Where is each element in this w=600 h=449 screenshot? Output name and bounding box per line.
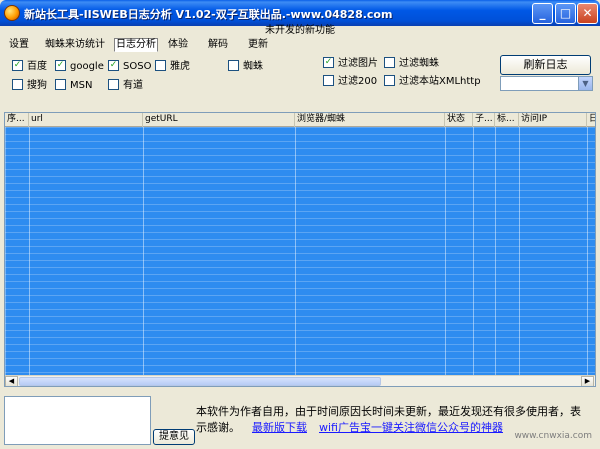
- notice-line-1: 本软件为作者自用，由于时间原因长时间未更新，最近发现还有很多使用者，表: [196, 405, 581, 418]
- tab-experience[interactable]: 体验: [164, 38, 192, 52]
- checkbox-label: 过滤蜘蛛: [399, 58, 439, 69]
- checkbox-filter-200[interactable]: 过滤200: [323, 74, 378, 89]
- checkbox-label: SOSO: [123, 61, 152, 72]
- checkbox-box[interactable]: ✓: [323, 56, 334, 68]
- checkbox-box[interactable]: [155, 59, 166, 71]
- scroll-left-icon[interactable]: ◀: [5, 376, 18, 386]
- tab-update[interactable]: 更新: [244, 38, 272, 52]
- title-bar: 新站长工具-IISWEB日志分析 V1.02-双子互联出品.-www.04828…: [0, 0, 600, 26]
- col-flag[interactable]: 标...: [495, 113, 519, 127]
- download-link[interactable]: 最新版下载: [252, 421, 307, 434]
- checkbox-msn[interactable]: MSN: [55, 78, 93, 93]
- checkbox-soso[interactable]: ✓ SOSO: [108, 59, 152, 74]
- notice-line-2-text: 示感谢。: [196, 421, 240, 434]
- tab-decode[interactable]: 解码: [204, 38, 232, 52]
- chevron-down-icon[interactable]: ▼: [578, 77, 592, 90]
- window-title: 新站长工具-IISWEB日志分析 V1.02-双子互联出品.-www.04828…: [24, 8, 393, 21]
- feedback-button[interactable]: 提意见: [153, 429, 195, 445]
- checkbox-baidu[interactable]: ✓ 百度: [12, 59, 47, 74]
- bottom-panel: 提意见 本软件为作者自用，由于时间原因长时间未更新，最近发现还有很多使用者，表 …: [4, 396, 596, 449]
- checkbox-box[interactable]: [323, 74, 334, 86]
- checkbox-box[interactable]: [228, 59, 239, 71]
- checkbox-box[interactable]: [12, 78, 23, 90]
- wifi-link[interactable]: wifi广告宝一键关注微信公众号的神器: [319, 421, 503, 434]
- table-header: 序... url getURL 浏览器/蜘蛛 状态 子... 标... 访问IP…: [5, 113, 595, 127]
- log-select[interactable]: ▼: [500, 76, 593, 91]
- feedback-input[interactable]: [4, 396, 151, 445]
- checkbox-google[interactable]: ✓ google: [55, 59, 104, 74]
- checkbox-box[interactable]: [55, 78, 66, 90]
- refresh-log-button[interactable]: 刷新日志: [500, 55, 591, 75]
- checkbox-yahoo[interactable]: 雅虎: [155, 59, 190, 74]
- checkbox-filter-images[interactable]: ✓ 过滤图片: [323, 56, 378, 71]
- col-url[interactable]: url: [29, 113, 143, 127]
- checkbox-box[interactable]: [108, 78, 119, 90]
- checkbox-box[interactable]: [384, 74, 395, 86]
- col-status[interactable]: 状态: [445, 113, 473, 127]
- col-geturl[interactable]: getURL: [143, 113, 295, 127]
- scroll-thumb[interactable]: [19, 377, 381, 386]
- horizontal-scrollbar[interactable]: ◀ ▶: [5, 375, 595, 386]
- log-table[interactable]: 序... url getURL 浏览器/蜘蛛 状态 子... 标... 访问IP…: [4, 112, 596, 387]
- checkbox-youdao[interactable]: 有道: [108, 78, 143, 93]
- col-sub[interactable]: 子...: [473, 113, 495, 127]
- checkbox-box[interactable]: ✓: [108, 59, 119, 71]
- col-index[interactable]: 序...: [5, 113, 29, 127]
- col-ip[interactable]: 访问IP: [519, 113, 587, 127]
- checkbox-box[interactable]: ✓: [55, 59, 66, 71]
- tab-log-analysis[interactable]: 日志分析: [114, 38, 158, 52]
- tab-settings[interactable]: 设置: [6, 38, 32, 52]
- checkbox-box[interactable]: ✓: [12, 59, 23, 71]
- checkbox-filter-spiders[interactable]: 过滤蜘蛛: [384, 56, 439, 71]
- checkbox-spider[interactable]: 蜘蛛: [228, 59, 263, 74]
- table-rows[interactable]: [5, 127, 595, 375]
- col-browser[interactable]: 浏览器/蜘蛛: [295, 113, 445, 127]
- tab-spider-stats[interactable]: 蜘蛛来访统计: [44, 38, 106, 52]
- checkbox-filter-xmlhttp[interactable]: 过滤本站XMLhttp: [384, 74, 481, 89]
- checkbox-label: 过滤200: [338, 76, 378, 87]
- checkbox-box[interactable]: [384, 56, 395, 68]
- checkbox-sogou[interactable]: 搜狗: [12, 78, 47, 93]
- minimize-button[interactable]: _: [532, 3, 553, 24]
- scroll-right-icon[interactable]: ▶: [581, 376, 594, 386]
- checkbox-label: 有道: [123, 80, 143, 91]
- col-date[interactable]: 日: [587, 113, 595, 127]
- checkbox-label: 过滤本站XMLhttp: [399, 76, 481, 87]
- checkbox-label: 百度: [27, 61, 47, 72]
- maximize-button[interactable]: □: [555, 3, 576, 24]
- close-button[interactable]: ✕: [577, 3, 598, 24]
- checkbox-label: 搜狗: [27, 80, 47, 91]
- checkbox-label: 蜘蛛: [243, 61, 263, 72]
- checkbox-label: MSN: [70, 80, 93, 91]
- checkbox-label: google: [70, 61, 104, 72]
- app-icon: [4, 5, 20, 21]
- watermark: www.cnwxia.com: [514, 431, 592, 441]
- checkbox-label: 过滤图片: [338, 58, 378, 69]
- checkbox-label: 雅虎: [170, 61, 190, 72]
- feature-banner: 未开发的新功能: [265, 25, 335, 36]
